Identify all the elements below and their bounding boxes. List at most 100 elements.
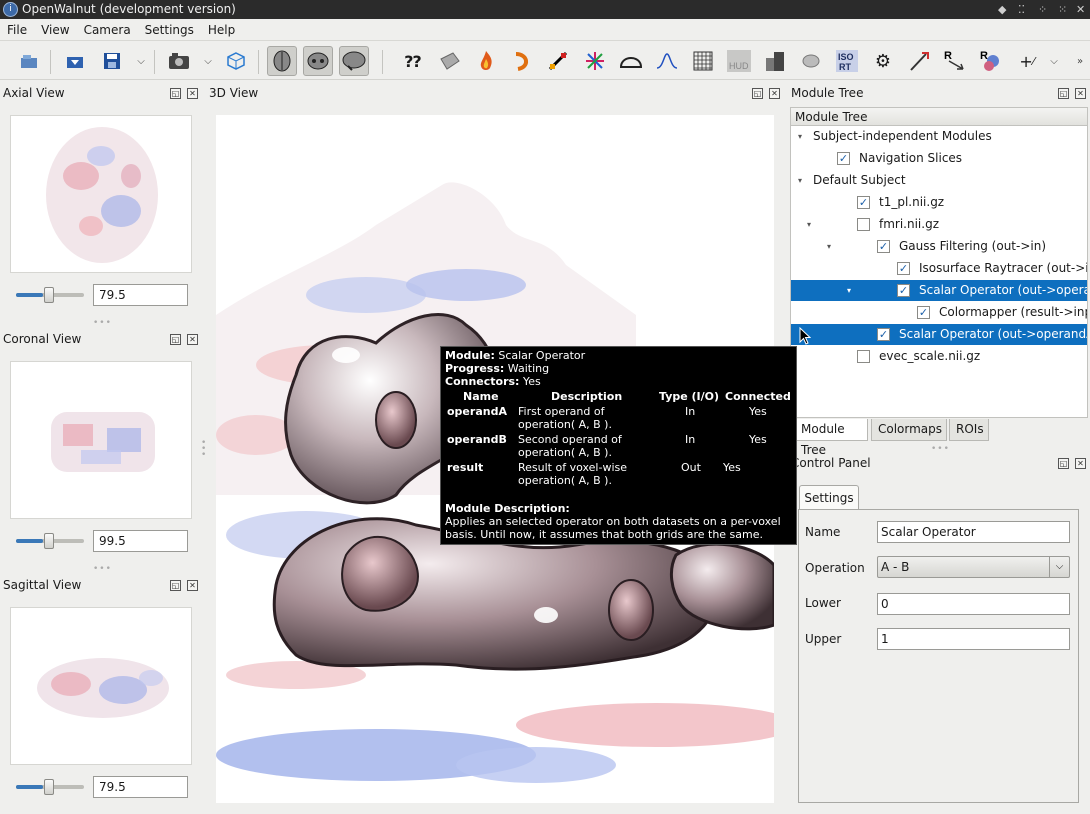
expand-arrow-icon[interactable]: ▾ (847, 280, 851, 301)
float-icon[interactable]: ◱ (1058, 458, 1069, 469)
sagittal-brain-icon[interactable] (339, 46, 369, 76)
add-icon[interactable]: + ⁄ (1012, 46, 1042, 76)
float-icon[interactable]: ◱ (1058, 88, 1069, 99)
arrow-r-icon[interactable]: R (940, 46, 970, 76)
tab-colormaps[interactable]: Colormaps (871, 419, 947, 441)
module-tree-row[interactable]: ▾ Subject-independent Modules (791, 126, 1087, 147)
dock-grip[interactable]: ••• (93, 564, 112, 574)
tab-rois[interactable]: ROIs (949, 419, 989, 441)
menu-help[interactable]: Help (201, 19, 242, 41)
module-checkbox[interactable]: ✓ (877, 240, 890, 253)
arc-icon[interactable] (507, 46, 537, 76)
load-project-icon[interactable] (60, 46, 90, 76)
maximize-icon[interactable]: ⁘ (1038, 0, 1047, 19)
sagittal-view-canvas[interactable] (10, 607, 192, 765)
chevron-down-icon[interactable]: ⌵ (1049, 557, 1069, 577)
module-checkbox[interactable] (857, 218, 870, 231)
cube-icon[interactable] (221, 46, 251, 76)
module-tree-row[interactable]: ✓ Colormapper (result->input) (791, 302, 1087, 323)
module-checkbox[interactable]: ✓ (837, 152, 850, 165)
help-icon[interactable]: ⁇ (398, 46, 428, 76)
more-dropdown-icon[interactable]: ⌵ (1047, 46, 1061, 76)
axial-slice-input[interactable]: 79.5 (93, 284, 188, 306)
expand-arrow-icon[interactable]: ▾ (827, 236, 831, 257)
coronal-brain-icon[interactable] (303, 46, 333, 76)
fiber-icon[interactable] (580, 46, 610, 76)
module-tree[interactable]: Module Tree ▾ Subject-independent Modules… (790, 107, 1088, 418)
coronal-slider-handle[interactable] (44, 533, 54, 549)
load-dataset-icon[interactable] (14, 46, 44, 76)
close-icon[interactable]: ✕ (187, 334, 198, 345)
lower-field[interactable]: 0 (877, 593, 1070, 615)
float-icon[interactable]: ◱ (170, 580, 181, 591)
save-dropdown-icon[interactable]: ⌵ (134, 46, 148, 76)
menu-file[interactable]: File (0, 19, 34, 41)
sagittal-slider[interactable] (16, 779, 84, 795)
mesh-icon[interactable] (616, 46, 646, 76)
sagittal-slice-input[interactable]: 79.5 (93, 776, 188, 798)
close-icon[interactable]: ✕ (1075, 88, 1086, 99)
module-checkbox[interactable] (857, 350, 870, 363)
close-icon[interactable]: ✕ (187, 580, 198, 591)
module-tree-row[interactable]: evec_scale.nii.gz (791, 346, 1087, 367)
name-field[interactable]: Scalar Operator (877, 521, 1070, 543)
axial-view-canvas[interactable] (10, 115, 192, 273)
module-checkbox[interactable]: ✓ (877, 328, 890, 341)
window-menu-icon[interactable]: ◆ (998, 0, 1006, 19)
float-icon[interactable]: ◱ (170, 88, 181, 99)
module-checkbox[interactable]: ✓ (897, 284, 910, 297)
overflow-icon[interactable]: » (1073, 46, 1087, 76)
coronal-slider[interactable] (16, 533, 84, 549)
operation-select[interactable]: A - B ⌵ (877, 556, 1070, 578)
close-icon[interactable]: ✕ (1075, 458, 1086, 469)
menu-settings[interactable]: Settings (138, 19, 201, 41)
fire-icon[interactable] (471, 46, 501, 76)
expand-arrow-icon[interactable]: ▾ (798, 126, 802, 147)
module-tree-row[interactable]: ✓ Isosurface Raytracer (out->in) (791, 258, 1087, 279)
boxes-icon[interactable] (760, 46, 790, 76)
module-tree-row[interactable]: ✓ Navigation Slices (791, 148, 1087, 169)
gauss-icon[interactable] (652, 46, 682, 76)
expand-arrow-icon[interactable]: ▾ (807, 214, 811, 235)
tab-settings[interactable]: Settings (799, 485, 859, 510)
float-icon[interactable]: ◱ (752, 88, 763, 99)
slices-icon[interactable] (435, 46, 465, 76)
close-window-icon[interactable]: ✕ (1076, 0, 1085, 19)
dock-grip[interactable]: ••• (93, 318, 112, 328)
sagittal-slider-handle[interactable] (44, 779, 54, 795)
module-tree-row[interactable]: ▾ ✓ Gauss Filtering (out->in) (791, 236, 1087, 257)
module-checkbox[interactable]: ✓ (897, 262, 910, 275)
axial-slider-handle[interactable] (44, 287, 54, 303)
dock-grip[interactable]: ••• (931, 444, 950, 454)
axial-slider[interactable] (16, 287, 84, 303)
screenshot-icon[interactable] (164, 46, 194, 76)
coronal-view-canvas[interactable] (10, 361, 192, 519)
module-tree-row[interactable]: ▾ ✓ Scalar Operator (out->operan... (791, 280, 1087, 301)
module-checkbox[interactable]: ✓ (917, 306, 930, 319)
module-tree-row[interactable]: ▾ Default Subject (791, 170, 1087, 191)
coronal-slice-input[interactable]: 99.5 (93, 530, 188, 552)
menu-camera[interactable]: Camera (77, 19, 138, 41)
screenshot-dropdown-icon[interactable]: ⌵ (201, 46, 215, 76)
close-icon[interactable]: ✕ (187, 88, 198, 99)
float-icon[interactable]: ◱ (170, 334, 181, 345)
axial-brain-icon[interactable] (267, 46, 297, 76)
cluster-icon[interactable]: R (976, 46, 1006, 76)
expand-arrow-icon[interactable]: ▾ (798, 170, 802, 191)
save-icon[interactable] (97, 46, 127, 76)
menu-view[interactable]: View (34, 19, 76, 41)
splitter-grip[interactable]: • • • (201, 439, 206, 460)
tab-module-tree[interactable]: Module Tree (794, 419, 868, 457)
grid-icon[interactable] (688, 46, 718, 76)
tool-icon[interactable] (904, 46, 934, 76)
isosurface-icon[interactable] (543, 46, 573, 76)
shade-icon[interactable]: ⁙ (1058, 0, 1067, 19)
hud-icon[interactable]: HUD (724, 46, 754, 76)
isort-icon[interactable]: ISO RT (832, 46, 862, 76)
upper-field[interactable]: 1 (877, 628, 1070, 650)
module-tree-row[interactable]: ✓ Scalar Operator (out->operandA) (791, 324, 1087, 345)
module-tree-row[interactable]: ✓ t1_pl.nii.gz (791, 192, 1087, 213)
blob-icon[interactable] (796, 46, 826, 76)
module-checkbox[interactable]: ✓ (857, 196, 870, 209)
module-tree-row[interactable]: ▾ fmri.nii.gz (791, 214, 1087, 235)
